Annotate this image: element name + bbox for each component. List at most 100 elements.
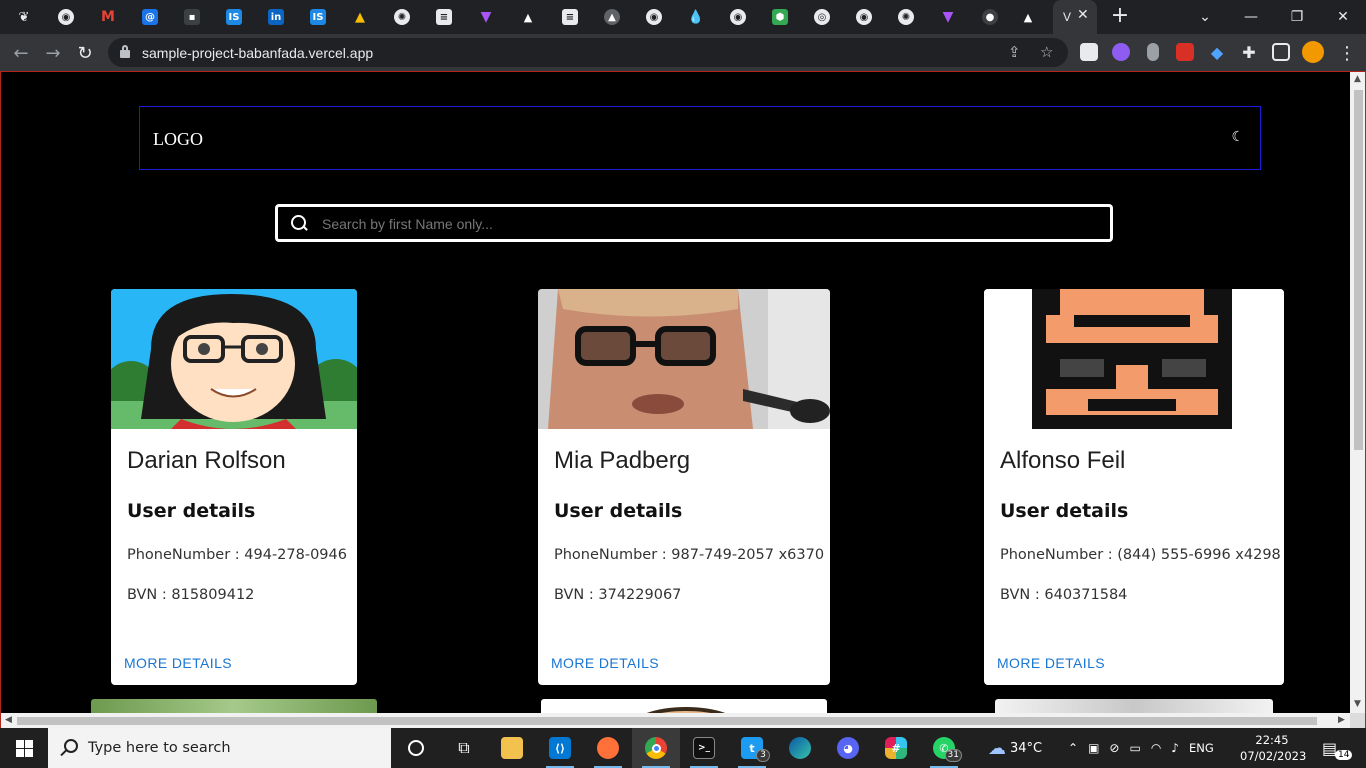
tab-9[interactable]: ▲	[352, 4, 368, 30]
vite-icon: ▼	[480, 9, 492, 25]
more-details-button[interactable]: MORE DETAILS	[997, 655, 1105, 671]
scroll-down-arrow-icon[interactable]: ▼	[1354, 699, 1361, 709]
edge-app[interactable]	[776, 728, 824, 768]
tab-25[interactable]: ▲	[1020, 4, 1036, 30]
user-card: Mia Padberg User details PhoneNumber : 9…	[538, 289, 830, 685]
side-panel-icon[interactable]	[1272, 43, 1290, 61]
cortana-button[interactable]	[392, 728, 440, 768]
whatsapp-app[interactable]: ✆ 31	[920, 728, 968, 768]
triangle-icon: ▲	[523, 10, 533, 24]
tab-16[interactable]: ◉	[646, 4, 662, 30]
new-tab-button[interactable]: +	[1108, 5, 1132, 29]
scroll-up-arrow-icon[interactable]: ▲	[1354, 74, 1361, 84]
weather-widget[interactable]: ☁ 34°C	[988, 728, 1042, 768]
notification-center-button[interactable]: ▤ 14	[1322, 728, 1353, 768]
user-avatar-image	[984, 289, 1284, 429]
tab-2[interactable]: ◉	[58, 4, 74, 30]
volume-icon[interactable]: ♪	[1171, 741, 1179, 755]
weather-temp: 34°C	[1010, 740, 1043, 756]
github-icon: ●	[982, 9, 998, 25]
close-tab-icon[interactable]: ✕	[1077, 7, 1089, 23]
horizontal-scroll-thumb[interactable]	[17, 717, 1317, 725]
scroll-left-arrow-icon[interactable]: ◀	[5, 715, 12, 725]
tab-19[interactable]: ⬢	[772, 4, 788, 30]
forward-button[interactable]: →	[40, 40, 66, 66]
more-details-button[interactable]: MORE DETAILS	[551, 655, 659, 671]
restore-button[interactable]: ❐	[1274, 0, 1320, 34]
tab-15[interactable]: ▲	[604, 4, 620, 30]
user-phone: PhoneNumber : (844) 555-6996 x4298	[1000, 547, 1281, 563]
extension-grey-icon[interactable]	[1147, 43, 1159, 61]
tab-13[interactable]: ▲	[520, 4, 536, 30]
clock[interactable]: 22:45 07/02/2023	[1240, 732, 1306, 764]
twitter-app[interactable]: t3	[728, 728, 776, 768]
tab-14[interactable]: ≡	[562, 4, 578, 30]
site-logo[interactable]: LOGO	[153, 129, 203, 150]
taskbar-search-box[interactable]: Type here to search	[48, 728, 391, 768]
extension-doc-icon[interactable]	[1080, 43, 1098, 61]
chevron-up-icon[interactable]: ⌃	[1068, 741, 1078, 755]
scroll-right-arrow-icon[interactable]: ▶	[1338, 715, 1345, 725]
firefox-app[interactable]	[584, 728, 632, 768]
back-button[interactable]: ←	[8, 40, 34, 66]
browser-tab-strip: ❦ ◉ M @ ▪ IS in IS ▲ ✺ ≡ ▼ ▲ ≡ ▲ ◉ 💧 ◉ ⬢…	[0, 0, 1366, 34]
chrome-app[interactable]	[632, 728, 680, 768]
extension-calendar-icon[interactable]	[1176, 43, 1194, 61]
tab-3[interactable]: M	[100, 4, 116, 30]
globe-icon: ◉	[856, 9, 872, 25]
vertical-scrollbar[interactable]: ▲ ▼	[1350, 72, 1365, 713]
file-explorer-app[interactable]	[488, 728, 536, 768]
tab-5[interactable]: ▪	[184, 4, 200, 30]
video-icon: ▪	[184, 9, 200, 25]
site-navbar: LOGO ☾	[139, 106, 1261, 170]
minimize-button[interactable]: —	[1228, 0, 1274, 34]
slack-app[interactable]: #	[872, 728, 920, 768]
extensions-puzzle-icon[interactable]: ✚	[1240, 43, 1258, 62]
tab-active[interactable]: V ✕	[1053, 0, 1097, 34]
vertical-scroll-thumb[interactable]	[1354, 90, 1363, 450]
address-bar[interactable]: sample-project-babanfada.vercel.app ⇪ ☆	[108, 38, 1068, 67]
profile-avatar[interactable]	[1302, 41, 1324, 63]
extension-purple-icon[interactable]	[1112, 43, 1130, 61]
tab-12[interactable]: ▼	[478, 4, 494, 30]
tab-21[interactable]: ◉	[856, 4, 872, 30]
tab-18[interactable]: ◉	[730, 4, 746, 30]
tab-20[interactable]: ◎	[814, 4, 830, 30]
theme-toggle-moon-icon[interactable]: ☾	[1231, 129, 1244, 145]
extension-drop-icon[interactable]: ◆	[1208, 43, 1226, 62]
terminal-app[interactable]: >_	[680, 728, 728, 768]
tab-10[interactable]: ✺	[394, 4, 410, 30]
battery-icon[interactable]: ▭	[1129, 741, 1140, 755]
menu-kebab-icon[interactable]: ⋮	[1334, 40, 1360, 66]
tab-8[interactable]: IS	[310, 4, 326, 30]
task-view-button[interactable]: ⧉	[440, 728, 488, 768]
tab-search-chevron-icon[interactable]: ⌄	[1182, 0, 1228, 34]
vscode-icon: ⟨⟩	[549, 737, 571, 759]
close-window-button[interactable]: ✕	[1320, 0, 1366, 34]
vscode-app[interactable]: ⟨⟩	[536, 728, 584, 768]
tab-23[interactable]: ▼	[940, 4, 956, 30]
bookmark-star-icon[interactable]: ☆	[1040, 43, 1053, 61]
horizontal-scrollbar[interactable]: ◀ ▶	[1, 713, 1350, 728]
reload-button[interactable]: ↻	[72, 40, 98, 66]
wifi-icon[interactable]: ◠	[1151, 741, 1161, 755]
tab-7[interactable]: in	[268, 4, 284, 30]
lock-icon[interactable]	[120, 45, 130, 58]
tab-6[interactable]: IS	[226, 4, 242, 30]
tab-4[interactable]: @	[142, 4, 158, 30]
tab-17[interactable]: 💧	[688, 4, 704, 30]
meet-now-icon[interactable]: ▣	[1088, 741, 1099, 755]
more-details-button[interactable]: MORE DETAILS	[124, 655, 232, 671]
tab-1[interactable]: ❦	[16, 4, 32, 30]
start-button[interactable]	[0, 728, 48, 768]
language-indicator[interactable]: ENG	[1189, 741, 1214, 755]
discord-app[interactable]: ◕	[824, 728, 872, 768]
windows-taskbar: Type here to search ⧉ ⟨⟩ >_ t3 ◕ # ✆ 31 ☁…	[0, 728, 1366, 768]
share-icon[interactable]: ⇪	[1008, 43, 1021, 61]
search-input[interactable]	[322, 213, 1082, 235]
tab-24[interactable]: ●	[982, 4, 998, 30]
network-off-icon[interactable]: ⊘	[1109, 741, 1119, 755]
vite-icon: ▼	[942, 9, 954, 25]
tab-22[interactable]: ✺	[898, 4, 914, 30]
tab-11[interactable]: ≡	[436, 4, 452, 30]
